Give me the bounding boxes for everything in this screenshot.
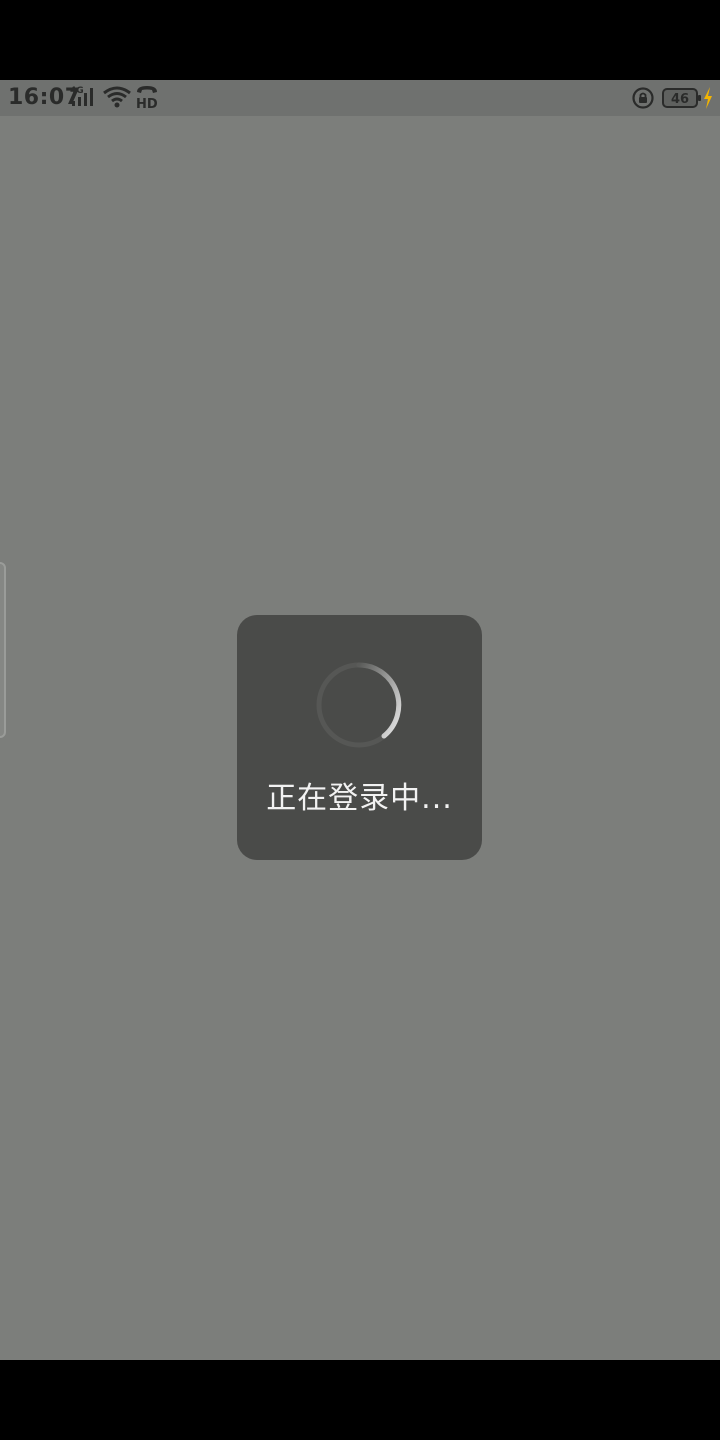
phone-screen: 16:07 4G HD 46 正在登录中... — [0, 0, 720, 1440]
battery-level: 46 — [671, 92, 689, 107]
side-drawer-handle[interactable] — [0, 562, 6, 738]
loading-spinner-icon — [316, 662, 402, 748]
hd-call-icon: HD — [134, 84, 160, 114]
wifi-icon — [102, 84, 132, 114]
bottom-bezel — [0, 1360, 720, 1440]
rotation-lock-icon — [631, 86, 655, 114]
loading-dialog: 正在登录中... — [237, 615, 482, 860]
hd-label: HD — [136, 97, 158, 110]
signal-icon: 4G — [70, 84, 98, 114]
loading-message: 正在登录中... — [266, 781, 453, 816]
network-type-label: 4G — [70, 86, 84, 96]
status-bar: 16:07 4G HD 46 — [0, 80, 720, 116]
battery-icon: 46 — [662, 87, 702, 113]
top-bezel — [0, 0, 720, 80]
charging-bolt-icon — [702, 86, 714, 114]
